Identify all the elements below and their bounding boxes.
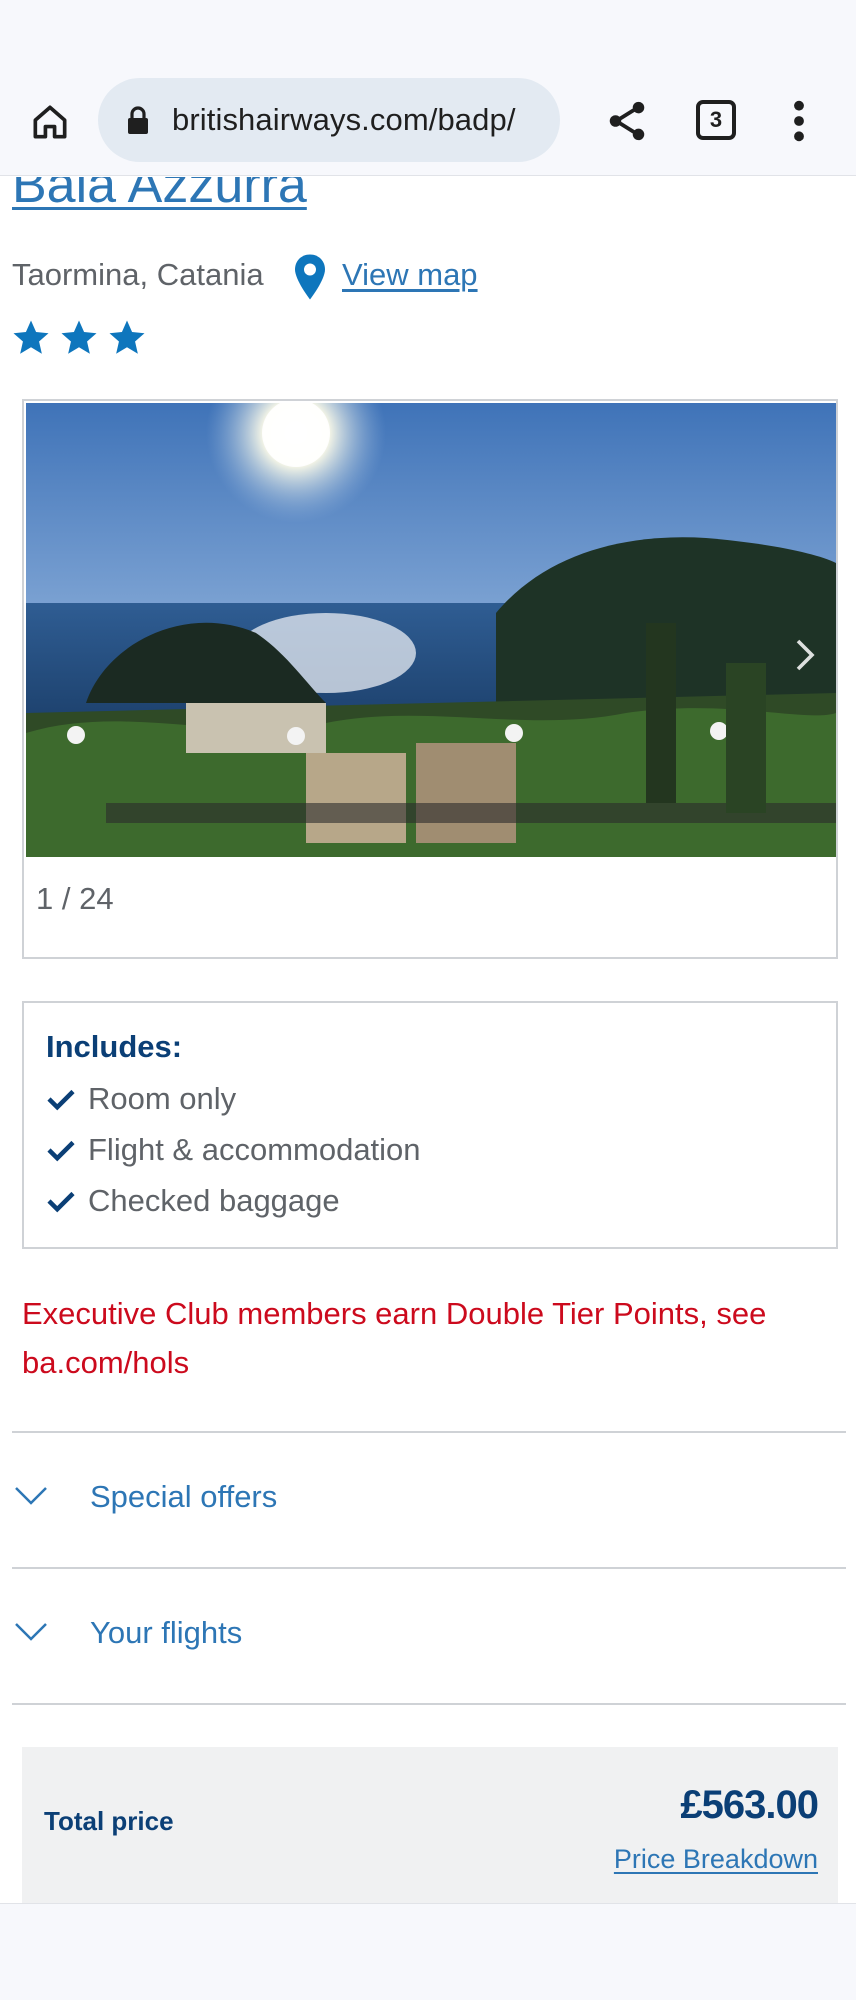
lock-icon[interactable]: [126, 106, 150, 134]
star-icon: [109, 320, 145, 354]
divider: [12, 1703, 846, 1705]
tab-switcher-button[interactable]: 3: [696, 100, 736, 140]
address-bar[interactable]: britishairways.com/badp/: [98, 78, 560, 162]
total-price-label: Total price: [44, 1806, 174, 1836]
share-icon[interactable]: [604, 98, 650, 144]
star-rating: [10, 317, 148, 363]
star-icon: [61, 320, 97, 354]
star-icon: [13, 320, 49, 354]
more-vert-icon[interactable]: [784, 98, 814, 144]
include-item: Room only: [46, 1079, 236, 1119]
accordion-label[interactable]: Special offers: [90, 1479, 277, 1515]
hotel-name-link[interactable]: Baia Azzurra: [12, 177, 307, 217]
accordion-label[interactable]: Your flights: [90, 1615, 242, 1651]
include-item: Flight & accommodation: [46, 1130, 421, 1170]
chevron-right-icon[interactable]: [792, 637, 818, 673]
photo-gallery: 1 / 24: [22, 399, 838, 959]
home-icon[interactable]: [28, 100, 72, 144]
include-label: Flight & accommodation: [88, 1132, 421, 1167]
page: britishairways.com/badp/ 3 Baia Azzurra …: [0, 0, 856, 2000]
gallery-counter: 1 / 24: [36, 881, 114, 916]
map-pin-icon: [295, 254, 325, 300]
include-label: Room only: [88, 1081, 237, 1116]
check-icon: [47, 1089, 75, 1111]
total-price-panel: Total price £563.00 Price Breakdown: [22, 1747, 838, 1903]
hotel-location: Taormina, Catania: [12, 257, 264, 292]
include-label: Checked baggage: [88, 1183, 340, 1218]
check-icon: [47, 1191, 75, 1213]
price-breakdown-link[interactable]: Price Breakdown: [614, 1843, 818, 1875]
promo-message: Executive Club members earn Double Tier …: [22, 1296, 767, 1380]
includes-title: Includes:: [46, 1029, 183, 1064]
includes-box: Includes: Room only Flight & accommodati…: [22, 1001, 838, 1249]
status-bar: [0, 0, 856, 72]
page-content: Baia Azzurra Taormina, Catania View map: [0, 177, 856, 1903]
navigation-bar: [0, 1903, 856, 2000]
hotel-photo[interactable]: [26, 403, 836, 857]
total-price-amount: £563.00: [680, 1783, 819, 1827]
url-text[interactable]: britishairways.com/badp/: [172, 102, 552, 138]
view-map-link[interactable]: View map: [342, 257, 478, 293]
check-icon: [47, 1140, 75, 1162]
accordion-your-flights[interactable]: Your flights: [0, 1569, 856, 1703]
include-item: Checked baggage: [46, 1181, 340, 1221]
chevron-down-icon[interactable]: [14, 1485, 48, 1507]
accordion-special-offers[interactable]: Special offers: [0, 1433, 856, 1567]
browser-toolbar: britishairways.com/badp/ 3: [0, 72, 856, 176]
chevron-down-icon[interactable]: [14, 1621, 48, 1643]
